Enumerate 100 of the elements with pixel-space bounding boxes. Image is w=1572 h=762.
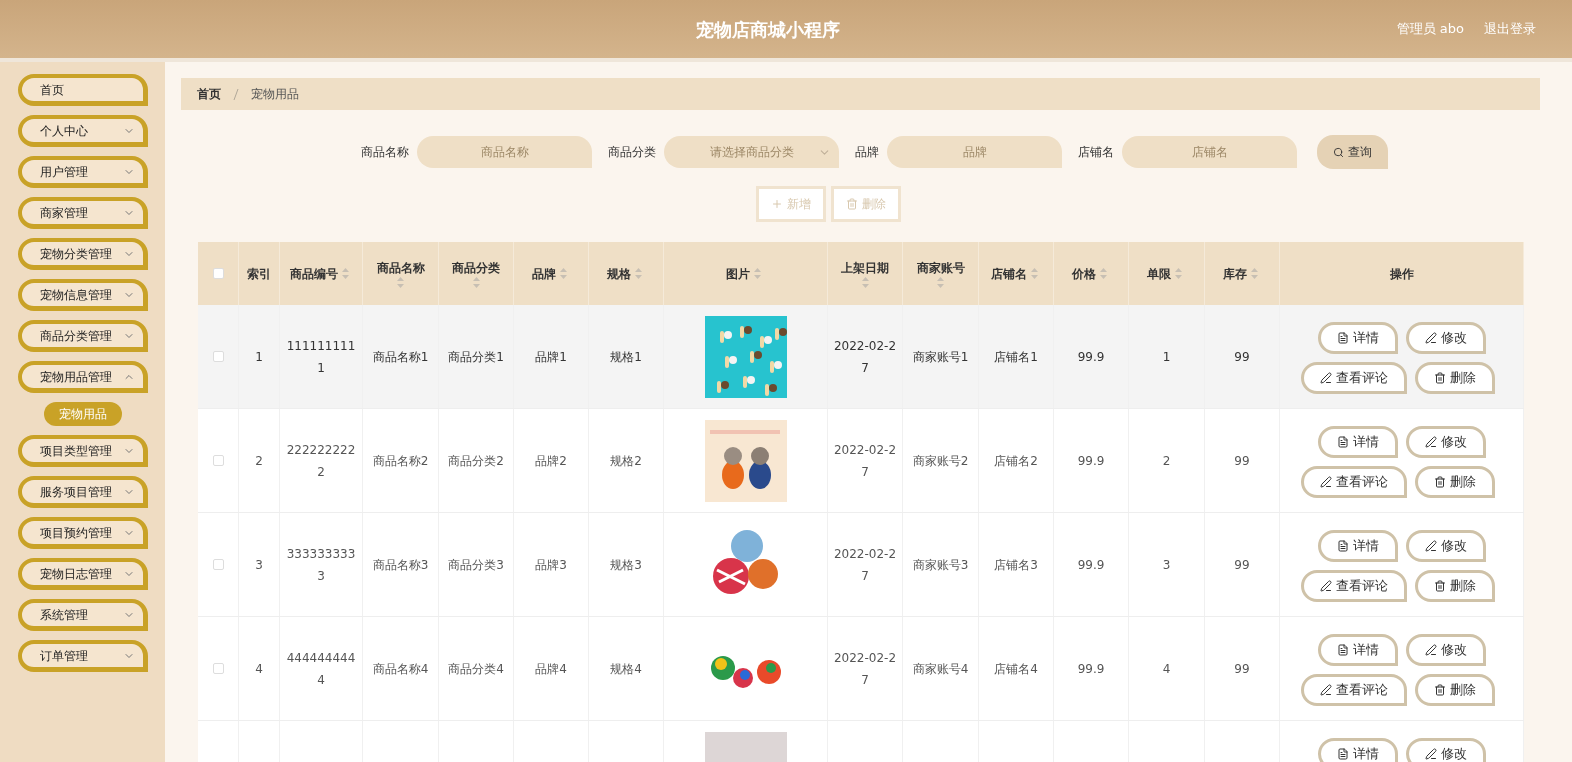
table-cell-text: 99	[1234, 556, 1250, 574]
table-cell-text: 店铺名3	[994, 556, 1038, 574]
pen-icon	[1424, 644, 1437, 656]
table-cell-text: 99.9	[1077, 556, 1105, 574]
pen-icon	[1319, 372, 1332, 384]
table-cell-text: 2022-02-27	[832, 337, 898, 377]
field-label: 商品名称	[361, 144, 409, 161]
document-icon	[1336, 436, 1349, 448]
sort-icon[interactable]	[754, 268, 761, 279]
sort-icon[interactable]	[341, 268, 349, 279]
sort-icon[interactable]	[472, 277, 480, 288]
table-cell-text: 商品名称1	[372, 348, 429, 366]
breadcrumb-link[interactable]: 宠物用品	[251, 85, 299, 103]
row-action-button[interactable]: 详情	[1317, 322, 1398, 354]
table-cell-text: 商家账号1	[912, 348, 969, 366]
sort-icon[interactable]	[861, 277, 869, 288]
row-checkbox[interactable]	[212, 351, 224, 362]
pen-icon	[1424, 748, 1437, 760]
table-row[interactable]: 详情 修改	[198, 721, 1524, 762]
search-button[interactable]: 查询	[1317, 135, 1388, 169]
sort-icon[interactable]	[937, 277, 944, 288]
sidebar-item[interactable]: 宠物信息管理	[18, 279, 148, 311]
sidebar-item[interactable]: 系统管理	[18, 599, 148, 631]
row-action-button[interactable]: 删除	[1414, 362, 1495, 394]
table-cell-text: 商家账号4	[912, 660, 969, 678]
sidebar-item[interactable]: 服务项目管理	[18, 476, 148, 508]
table-cell-text: 品牌1	[535, 348, 567, 366]
table-cell-text: 99	[1234, 348, 1250, 366]
column-header: 价格	[1071, 265, 1096, 283]
sort-icon[interactable]	[1099, 268, 1107, 279]
row-action-button[interactable]: 详情	[1317, 530, 1398, 562]
sidebar-item[interactable]: 订单管理	[18, 640, 148, 672]
table-cell-text: 商品名称2	[372, 452, 429, 470]
row-action-button[interactable]: 修改	[1405, 322, 1486, 354]
column-header: 商品分类	[452, 260, 500, 277]
input-field[interactable]: 商品名称	[417, 136, 592, 168]
input-field[interactable]: 品牌	[887, 136, 1062, 168]
table-cell-text: 品牌4	[535, 660, 567, 678]
sidebar-item[interactable]: 商家管理	[18, 197, 148, 229]
table-cell-text: 商品分类3	[448, 556, 504, 574]
sort-icon[interactable]	[559, 268, 567, 279]
input-field[interactable]: 店铺名	[1122, 136, 1297, 168]
row-action-button[interactable]: 修改	[1405, 738, 1486, 762]
table-row[interactable]: 4 4444444444 商品名称4 商品分类4 品牌4 规格4 2022-02-27 商家账号4 店铺名4 99.9 4 99 详情 修改 查看评论 删除	[198, 617, 1524, 721]
sidebar-item[interactable]: 个人中心	[18, 115, 148, 147]
table-cell-text: 99.9	[1077, 452, 1105, 470]
column-header: 上架日期	[841, 260, 889, 277]
trash-icon	[1433, 372, 1446, 384]
column-header: 图片	[726, 265, 750, 283]
row-checkbox[interactable]	[212, 663, 224, 674]
field-label: 品牌	[855, 144, 879, 161]
row-action-button[interactable]: 删除	[1414, 674, 1495, 706]
sidebar-item[interactable]: 项目类型管理	[18, 435, 148, 467]
sidebar-item[interactable]: 首页	[18, 74, 148, 106]
table-cell-text: 规格1	[610, 348, 642, 366]
row-action-button[interactable]: 查看评论	[1300, 362, 1407, 394]
table-cell-text: 商家账号2	[912, 452, 969, 470]
breadcrumb-link[interactable]: 首页	[197, 85, 221, 103]
row-action-button[interactable]: 修改	[1405, 530, 1486, 562]
select-all-checkbox[interactable]	[212, 268, 224, 279]
table-row[interactable]: 3 3333333333 商品名称3 商品分类3 品牌3 规格3 2022-02-27 商家账号3 店铺名3 99.9 3 99 详情 修改 查看评论 删除	[198, 513, 1524, 617]
table-cell-text: 1	[255, 348, 263, 366]
column-header: 操作	[1389, 265, 1414, 283]
column-header: 索引	[247, 265, 271, 283]
document-icon	[1336, 540, 1349, 552]
row-action-button[interactable]: 详情	[1317, 738, 1398, 762]
sidebar-item[interactable]: 商品分类管理	[18, 320, 148, 352]
row-action-button[interactable]: 查看评论	[1300, 570, 1407, 602]
row-action-button[interactable]: 详情	[1317, 426, 1398, 458]
sidebar-item[interactable]: 宠物用品管理	[18, 361, 148, 393]
sort-icon[interactable]	[1250, 268, 1258, 279]
sort-icon[interactable]	[634, 268, 642, 279]
row-action-button[interactable]: 删除	[1414, 570, 1495, 602]
table-cell-text: 99	[1234, 452, 1250, 470]
row-action-button[interactable]: 查看评论	[1300, 674, 1407, 706]
column-header: 规格	[606, 265, 631, 283]
table-cell-text: 店铺名2	[994, 452, 1038, 470]
sidebar-item[interactable]: 用户管理	[18, 156, 148, 188]
sort-icon[interactable]	[1175, 268, 1182, 279]
row-checkbox[interactable]	[212, 455, 224, 466]
row-checkbox[interactable]	[212, 559, 224, 570]
row-action-button[interactable]: 删除	[1414, 466, 1495, 498]
table-cell-text: 商品分类2	[448, 452, 504, 470]
sort-icon[interactable]	[397, 277, 404, 288]
slash-icon	[233, 88, 239, 100]
sidebar-item[interactable]: 宠物分类管理	[18, 238, 148, 270]
row-action-button[interactable]: 查看评论	[1300, 466, 1407, 498]
sort-icon[interactable]	[1030, 268, 1038, 279]
sidebar-item[interactable]: 宠物日志管理	[18, 558, 148, 590]
select-field[interactable]: 请选择商品分类	[664, 136, 839, 168]
table-cell-text: 规格4	[610, 660, 642, 678]
table-row[interactable]: 2 2222222222 商品名称2 商品分类2 品牌2 规格2 2022-02-27 商家账号2 店铺名2 99.9 2 99 详情 修改 查看评论 删除	[198, 409, 1524, 513]
row-action-button[interactable]: 详情	[1317, 634, 1398, 666]
app-title: 宠物店商城小程序	[696, 17, 840, 42]
trash-icon	[1433, 476, 1446, 488]
sidebar-item[interactable]: 项目预约管理	[18, 517, 148, 549]
table-cell-text: 99.9	[1077, 348, 1105, 366]
row-action-button[interactable]: 修改	[1405, 634, 1486, 666]
row-action-button[interactable]: 修改	[1405, 426, 1486, 458]
table-row[interactable]: 1 1111111111 商品名称1 商品分类1 品牌1 规格1 2022-02-27 商家账号1 店铺名1 99.9 1 99 详情 修改 查看评论 删除	[198, 305, 1524, 409]
